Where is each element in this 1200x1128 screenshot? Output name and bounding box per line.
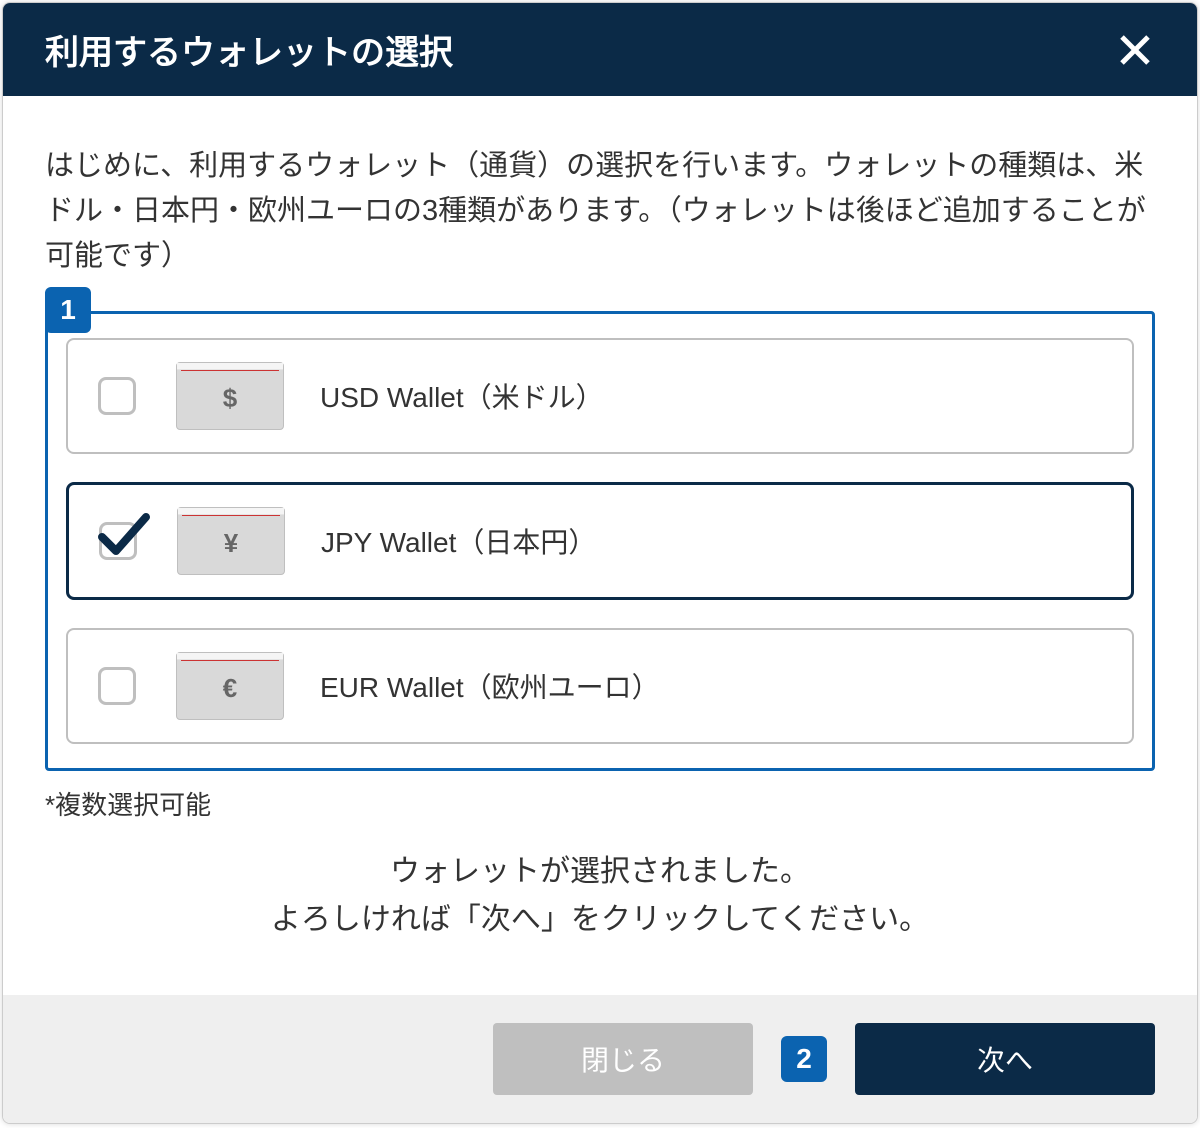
wallet-row-usd[interactable]: $ USD Wallet（米ドル） <box>66 338 1134 454</box>
footnote: *複数選択可能 <box>45 785 1155 822</box>
checkbox-usd[interactable] <box>98 377 136 415</box>
currency-card-usd: $ <box>176 362 284 430</box>
modal-footer: 閉じる 2 次へ <box>3 995 1197 1123</box>
checkbox-jpy[interactable] <box>99 522 137 560</box>
modal-body: はじめに、利用するウォレット（通貨）の選択を行います。ウォレットの種類は、米ドル… <box>3 96 1197 995</box>
checkmark-icon <box>98 513 150 559</box>
close-icon[interactable] <box>1115 30 1155 70</box>
status-line-1: ウォレットが選択されました。 <box>45 848 1155 896</box>
wallet-select-modal: 利用するウォレットの選択 はじめに、利用するウォレット（通貨）の選択を行います。… <box>2 2 1198 1124</box>
modal-title: 利用するウォレットの選択 <box>45 25 453 74</box>
close-button[interactable]: 閉じる <box>493 1023 753 1095</box>
wallet-selection-zone: 1 $ USD Wallet（米ドル） ¥ <box>45 311 1155 771</box>
currency-card-jpy: ¥ <box>177 507 285 575</box>
step-badge-2: 2 <box>781 1036 827 1082</box>
intro-text: はじめに、利用するウォレット（通貨）の選択を行います。ウォレットの種類は、米ドル… <box>45 144 1155 279</box>
euro-icon: € <box>223 673 237 704</box>
next-button[interactable]: 次へ <box>855 1023 1155 1095</box>
wallet-list: $ USD Wallet（米ドル） ¥ JPY Wallet（日本円） <box>45 311 1155 771</box>
checkbox-eur[interactable] <box>98 667 136 705</box>
yen-icon: ¥ <box>224 528 238 559</box>
step-badge-1: 1 <box>45 287 91 333</box>
status-message: ウォレットが選択されました。 よろしければ「次へ」をクリックしてください。 <box>45 848 1155 944</box>
wallet-label-usd: USD Wallet（米ドル） <box>320 376 604 416</box>
wallet-label-jpy: JPY Wallet（日本円） <box>321 521 596 561</box>
modal-header: 利用するウォレットの選択 <box>3 3 1197 96</box>
wallet-row-jpy[interactable]: ¥ JPY Wallet（日本円） <box>66 482 1134 600</box>
status-line-2: よろしければ「次へ」をクリックしてください。 <box>45 896 1155 944</box>
wallet-label-eur: EUR Wallet（欧州ユーロ） <box>320 666 660 706</box>
wallet-row-eur[interactable]: € EUR Wallet（欧州ユーロ） <box>66 628 1134 744</box>
dollar-icon: $ <box>223 383 237 414</box>
currency-card-eur: € <box>176 652 284 720</box>
